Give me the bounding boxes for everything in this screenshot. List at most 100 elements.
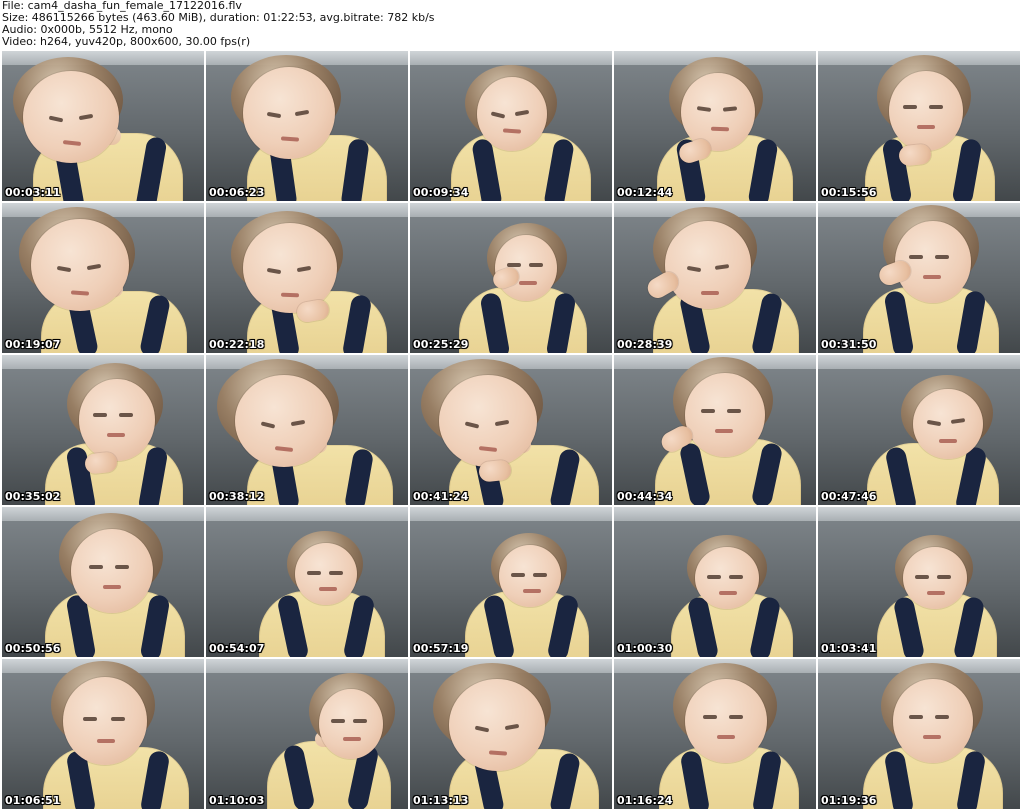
thumbnail: 00:28:39: [614, 203, 816, 353]
thumbnail: 01:16:24: [614, 659, 816, 809]
head: [71, 529, 153, 613]
eye: [89, 565, 103, 569]
timestamp: 00:09:34: [413, 186, 469, 199]
eye: [935, 255, 949, 259]
wall-highlight: [206, 507, 408, 521]
head: [903, 547, 967, 609]
thumbnail-grid: 00:03:11 00:06:23 00:09:34 00:12:44 00:1…: [2, 51, 1022, 811]
head: [63, 677, 147, 765]
mouth: [97, 739, 115, 743]
person-figure: [829, 663, 1009, 809]
timestamp: 00:41:24: [413, 490, 469, 503]
person-figure: [421, 65, 601, 201]
head: [295, 543, 357, 605]
eye: [353, 719, 367, 723]
person-figure: [625, 663, 805, 809]
timestamp: 01:19:36: [821, 794, 877, 807]
mouth: [717, 735, 735, 739]
eye: [115, 565, 129, 569]
person-figure: [217, 673, 397, 809]
thumbnail: 00:38:12: [206, 355, 408, 505]
eye: [703, 715, 717, 719]
media-info-header: File: cam4_dasha_fun_female_17122016.flv…: [2, 0, 1022, 50]
mouth: [701, 291, 719, 295]
person-figure: [13, 363, 193, 505]
mouth: [519, 281, 537, 285]
person-figure: [421, 359, 601, 505]
eye: [111, 717, 125, 721]
timestamp: 00:06:23: [209, 186, 265, 199]
eye: [511, 573, 525, 577]
thumbnail: 00:41:24: [410, 355, 612, 505]
person-figure: [421, 533, 601, 657]
mouth: [523, 589, 541, 593]
eye: [729, 575, 743, 579]
eye: [915, 575, 929, 579]
mouth: [939, 439, 957, 443]
thumbnail: 01:13:13: [410, 659, 612, 809]
head: [665, 221, 751, 309]
person-figure: [13, 207, 193, 353]
eye: [701, 409, 715, 413]
eye: [729, 715, 743, 719]
head: [889, 71, 963, 151]
eye: [93, 413, 107, 417]
timestamp: 01:00:30: [617, 642, 673, 655]
mouth: [917, 125, 935, 129]
person-figure: [625, 57, 805, 201]
wall-highlight: [206, 659, 408, 673]
timestamp: 00:50:56: [5, 642, 61, 655]
mouth: [927, 591, 945, 595]
eye: [707, 575, 721, 579]
timestamp: 01:03:41: [821, 642, 877, 655]
mouth: [343, 737, 361, 741]
eye: [727, 409, 741, 413]
timestamp: 00:03:11: [5, 186, 61, 199]
head: [913, 389, 983, 459]
head: [439, 375, 537, 467]
person-figure: [13, 513, 193, 657]
head: [499, 545, 561, 607]
thumbnail: 00:25:29: [410, 203, 612, 353]
mouth: [280, 292, 300, 298]
person-figure: [625, 357, 805, 505]
person-figure: [421, 223, 601, 353]
person-figure: [217, 211, 397, 353]
timestamp: 00:19:07: [5, 338, 61, 351]
thumbnail: 00:19:07: [2, 203, 204, 353]
timestamp: 01:06:51: [5, 794, 61, 807]
wall-highlight: [410, 507, 612, 521]
person-figure: [829, 205, 1009, 353]
eye: [119, 413, 133, 417]
timestamp: 00:15:56: [821, 186, 877, 199]
timestamp: 01:13:13: [413, 794, 469, 807]
person-figure: [217, 55, 397, 201]
head: [685, 679, 767, 763]
thumbnail: 00:31:50: [818, 203, 1020, 353]
timestamp: 00:31:50: [821, 338, 877, 351]
mouth: [923, 275, 941, 279]
eye: [529, 263, 543, 267]
eye: [329, 571, 343, 575]
mouth: [923, 735, 941, 739]
thumbnail: 00:50:56: [2, 507, 204, 657]
head: [695, 547, 759, 609]
thumbnail: 00:35:02: [2, 355, 204, 505]
thumbnail: 00:09:34: [410, 51, 612, 201]
eye: [935, 715, 949, 719]
wall-highlight: [818, 355, 1020, 369]
thumbnail: 01:03:41: [818, 507, 1020, 657]
person-figure: [217, 359, 397, 505]
head: [685, 373, 765, 457]
timestamp: 01:16:24: [617, 794, 673, 807]
eye: [533, 573, 547, 577]
thumbnail: 00:06:23: [206, 51, 408, 201]
thumbnail: 00:03:11: [2, 51, 204, 201]
eye: [909, 715, 923, 719]
person-figure: [421, 663, 601, 809]
person-figure: [625, 207, 805, 353]
head: [79, 379, 155, 461]
eye: [83, 717, 97, 721]
thumbnail: 00:12:44: [614, 51, 816, 201]
eye: [909, 255, 923, 259]
